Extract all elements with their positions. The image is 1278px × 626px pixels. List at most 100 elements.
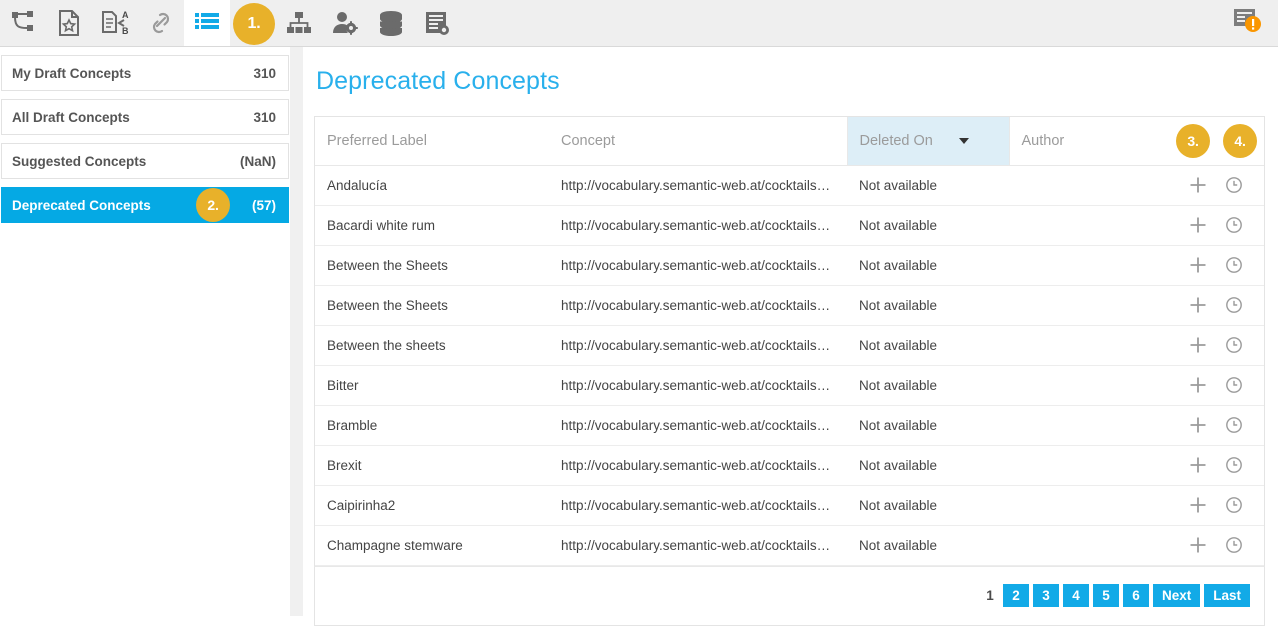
cell-author bbox=[1009, 285, 1165, 325]
cell-preferred-label: Andalucía bbox=[315, 165, 549, 205]
toolbar-item-document-translate[interactable]: A B bbox=[92, 0, 138, 46]
table-row[interactable]: Between the sheetshttp://vocabulary.sema… bbox=[315, 325, 1264, 365]
table-row[interactable]: Between the Sheetshttp://vocabulary.sema… bbox=[315, 285, 1264, 325]
clock-icon[interactable] bbox=[1219, 450, 1249, 480]
column-header-concept[interactable]: Concept bbox=[549, 117, 847, 165]
column-header-author[interactable]: Author bbox=[1009, 117, 1165, 165]
document-star-icon bbox=[57, 10, 81, 36]
sidebar-item-count: 310 bbox=[253, 66, 276, 81]
callout-badge-2: 2. bbox=[196, 188, 230, 222]
top-toolbar: A B bbox=[0, 0, 1278, 47]
clock-icon[interactable] bbox=[1219, 410, 1249, 440]
pagination-current-page: 1 bbox=[981, 584, 999, 607]
pagination-page-3[interactable]: 3 bbox=[1033, 584, 1059, 607]
clock-icon[interactable] bbox=[1219, 490, 1249, 520]
cell-actions bbox=[1165, 285, 1264, 325]
plus-icon[interactable] bbox=[1183, 490, 1213, 520]
column-header-deleted-on-label: Deleted On bbox=[860, 133, 933, 149]
clock-icon[interactable] bbox=[1219, 290, 1249, 320]
table-row[interactable]: Andalucíahttp://vocabulary.semantic-web.… bbox=[315, 165, 1264, 205]
toolbar-item-user-settings[interactable] bbox=[322, 0, 368, 46]
sidebar-item-all-draft-concepts[interactable]: All Draft Concepts 310 bbox=[1, 99, 289, 135]
plus-icon[interactable] bbox=[1183, 450, 1213, 480]
table-row[interactable]: Champagne stemwarehttp://vocabulary.sema… bbox=[315, 525, 1264, 565]
svg-text:B: B bbox=[122, 26, 129, 36]
pagination-page-4[interactable]: 4 bbox=[1063, 584, 1089, 607]
document-translate-icon: A B bbox=[101, 10, 129, 36]
cell-author bbox=[1009, 245, 1165, 285]
cell-preferred-label: Bacardi white rum bbox=[315, 205, 549, 245]
clock-icon[interactable] bbox=[1219, 370, 1249, 400]
cell-actions bbox=[1165, 485, 1264, 525]
cell-preferred-label: Between the sheets bbox=[315, 325, 549, 365]
plus-icon[interactable] bbox=[1183, 170, 1213, 200]
toolbar-item-concept-list[interactable] bbox=[184, 0, 230, 46]
sidebar-item-suggested-concepts[interactable]: Suggested Concepts (NaN) bbox=[1, 143, 289, 179]
toolbar-item-document-star[interactable] bbox=[46, 0, 92, 46]
cell-actions bbox=[1165, 525, 1264, 565]
cell-deleted-on: Not available bbox=[847, 405, 1009, 445]
list-icon bbox=[194, 12, 220, 34]
callout-badge-4: 4. bbox=[1223, 124, 1257, 158]
clock-icon[interactable] bbox=[1219, 250, 1249, 280]
plus-icon[interactable] bbox=[1183, 250, 1213, 280]
cell-deleted-on: Not available bbox=[847, 445, 1009, 485]
cell-author bbox=[1009, 405, 1165, 445]
plus-icon[interactable] bbox=[1183, 290, 1213, 320]
pagination-next-button[interactable]: Next bbox=[1153, 584, 1200, 607]
table-row[interactable]: Bramblehttp://vocabulary.semantic-web.at… bbox=[315, 405, 1264, 445]
plus-icon[interactable] bbox=[1183, 210, 1213, 240]
sidebar-divider bbox=[290, 47, 303, 616]
clock-icon[interactable] bbox=[1219, 170, 1249, 200]
table-row[interactable]: Caipirinha2http://vocabulary.semantic-we… bbox=[315, 485, 1264, 525]
table-row[interactable]: Bitterhttp://vocabulary.semantic-web.at/… bbox=[315, 365, 1264, 405]
cell-concept: http://vocabulary.semantic-web.at/cockta… bbox=[549, 165, 847, 205]
plus-icon[interactable] bbox=[1183, 410, 1213, 440]
plus-icon[interactable] bbox=[1183, 530, 1213, 560]
pagination-page-2[interactable]: 2 bbox=[1003, 584, 1029, 607]
table-row[interactable]: Between the Sheetshttp://vocabulary.sema… bbox=[315, 245, 1264, 285]
toolbar-item-link[interactable] bbox=[138, 0, 184, 46]
cell-preferred-label: Between the Sheets bbox=[315, 245, 549, 285]
cell-preferred-label: Champagne stemware bbox=[315, 525, 549, 565]
column-header-preferred-label[interactable]: Preferred Label bbox=[315, 117, 549, 165]
cell-concept: http://vocabulary.semantic-web.at/cockta… bbox=[549, 445, 847, 485]
clock-icon[interactable] bbox=[1219, 530, 1249, 560]
cell-deleted-on: Not available bbox=[847, 365, 1009, 405]
pagination-page-6[interactable]: 6 bbox=[1123, 584, 1149, 607]
cell-deleted-on: Not available bbox=[847, 205, 1009, 245]
callout-badge-3: 3. bbox=[1176, 124, 1210, 158]
sidebar-item-count: 310 bbox=[253, 110, 276, 125]
sidebar-item-my-draft-concepts[interactable]: My Draft Concepts 310 bbox=[1, 55, 289, 91]
pagination-page-5[interactable]: 5 bbox=[1093, 584, 1119, 607]
toolbar-item-relations[interactable] bbox=[0, 0, 46, 46]
notifications-button[interactable] bbox=[1218, 0, 1278, 46]
table-row[interactable]: Brexithttp://vocabulary.semantic-web.at/… bbox=[315, 445, 1264, 485]
cell-concept: http://vocabulary.semantic-web.at/cockta… bbox=[549, 485, 847, 525]
callout-badge-1: 1. bbox=[233, 3, 275, 45]
plus-icon[interactable] bbox=[1183, 370, 1213, 400]
svg-text:A: A bbox=[122, 10, 129, 20]
cell-actions bbox=[1165, 365, 1264, 405]
pagination-last-button[interactable]: Last bbox=[1204, 584, 1250, 607]
cell-author bbox=[1009, 445, 1165, 485]
column-header-deleted-on[interactable]: Deleted On bbox=[847, 117, 1009, 165]
clock-icon[interactable] bbox=[1219, 330, 1249, 360]
toolbar-item-database[interactable] bbox=[368, 0, 414, 46]
toolbar-item-server[interactable] bbox=[414, 0, 460, 46]
clock-icon[interactable] bbox=[1219, 210, 1249, 240]
plus-icon[interactable] bbox=[1183, 330, 1213, 360]
table-row[interactable]: Bacardi white rumhttp://vocabulary.seman… bbox=[315, 205, 1264, 245]
cell-actions bbox=[1165, 325, 1264, 365]
sidebar-item-deprecated-concepts[interactable]: Deprecated Concepts 2. (57) bbox=[1, 187, 289, 223]
cell-deleted-on: Not available bbox=[847, 485, 1009, 525]
relations-icon bbox=[10, 10, 36, 36]
cell-deleted-on: Not available bbox=[847, 245, 1009, 285]
toolbar-item-hierarchy[interactable] bbox=[276, 0, 322, 46]
cell-deleted-on: Not available bbox=[847, 325, 1009, 365]
cell-preferred-label: Brexit bbox=[315, 445, 549, 485]
concepts-table: Preferred Label Concept Deleted On Autho… bbox=[314, 116, 1265, 566]
cell-author bbox=[1009, 325, 1165, 365]
cell-author bbox=[1009, 485, 1165, 525]
cell-deleted-on: Not available bbox=[847, 525, 1009, 565]
